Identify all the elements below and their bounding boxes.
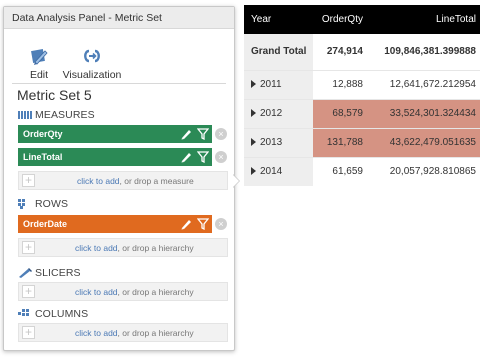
column-drop-zone[interactable]: + click to add, or drop a hierarchy bbox=[18, 323, 228, 342]
column-header-year[interactable]: Year bbox=[244, 5, 313, 34]
grand-total-row: Grand Total 274,914 109,846,381.399888 bbox=[244, 34, 480, 70]
add-icon[interactable]: + bbox=[22, 241, 35, 254]
orderqty-cell: 68,579 bbox=[313, 98, 366, 128]
slicers-section-label: SLICERS bbox=[35, 267, 81, 279]
columns-icon bbox=[18, 309, 29, 316]
visualization-icon bbox=[84, 49, 100, 63]
column-header-linetotal[interactable]: LineTotal bbox=[366, 5, 480, 34]
year-label: 2013 bbox=[260, 137, 283, 148]
table-row: 2011 12,888 12,641,672.212954 bbox=[244, 69, 480, 99]
add-icon[interactable]: + bbox=[22, 326, 35, 339]
year-label: 2011 bbox=[260, 79, 282, 90]
edit-button[interactable]: Edit bbox=[24, 31, 54, 81]
measure-drop-zone[interactable]: + click to add, or drop a measure bbox=[18, 171, 228, 190]
toolbar-divider bbox=[12, 83, 226, 84]
table-row: 2014 61,659 20,057,928.810865 bbox=[244, 156, 480, 186]
remove-icon[interactable]: × bbox=[215, 218, 227, 230]
drop-hint: , or drop a hierarchy bbox=[117, 287, 194, 297]
year-label: 2014 bbox=[260, 166, 283, 178]
grand-total-orderqty: 274,914 bbox=[313, 34, 366, 70]
expand-triangle-icon[interactable] bbox=[251, 167, 256, 176]
panel-toolbar: Edit Visualization bbox=[4, 31, 234, 81]
drop-hint: , or drop a hierarchy bbox=[117, 328, 194, 338]
row-field-label: OrderDate bbox=[23, 219, 68, 229]
data-analysis-panel: Data Analysis Panel - Metric Set Edit Vi… bbox=[3, 6, 235, 351]
click-to-add-link[interactable]: click to add bbox=[75, 243, 118, 253]
visualization-label: Visualization bbox=[62, 69, 122, 81]
orderqty-cell: 12,888 bbox=[313, 69, 366, 99]
pencil-icon[interactable] bbox=[180, 217, 192, 230]
linetotal-cell: 12,641,672.212954 bbox=[366, 69, 480, 99]
remove-icon[interactable]: × bbox=[215, 128, 227, 140]
expand-triangle-icon[interactable] bbox=[251, 80, 256, 88]
measures-section-label: MEASURES bbox=[35, 109, 95, 121]
row-header-year[interactable]: 2013 bbox=[244, 127, 313, 157]
filter-icon[interactable] bbox=[197, 127, 209, 140]
expand-triangle-icon[interactable] bbox=[251, 109, 256, 117]
linetotal-cell: 33,524,301.324434 bbox=[366, 98, 480, 128]
filter-icon[interactable] bbox=[197, 217, 209, 230]
rows-section-label: ROWS bbox=[35, 198, 69, 210]
row-drop-zone[interactable]: + click to add, or drop a hierarchy bbox=[18, 238, 228, 257]
pencil-icon[interactable] bbox=[180, 150, 192, 163]
click-to-add-link[interactable]: click to add bbox=[75, 328, 118, 338]
measure-field-label: OrderQty bbox=[23, 129, 63, 139]
row-header-year[interactable]: 2011 bbox=[244, 69, 313, 99]
columns-section-label: COLUMNS bbox=[35, 308, 89, 320]
metric-set-title[interactable]: Metric Set 5 bbox=[17, 87, 92, 103]
panel-title: Data Analysis Panel - Metric Set bbox=[4, 7, 234, 29]
drop-hint: , or drop a measure bbox=[119, 176, 194, 186]
pencil-ruler-icon bbox=[31, 49, 48, 65]
panel-pointer bbox=[232, 174, 239, 188]
add-icon[interactable]: + bbox=[22, 174, 35, 187]
edit-label: Edit bbox=[29, 69, 49, 81]
row-field-orderdate[interactable]: OrderDate bbox=[18, 215, 212, 233]
rows-section-header: ROWS bbox=[18, 198, 68, 210]
grand-total-label: Grand Total bbox=[244, 34, 313, 70]
measure-field-linetotal[interactable]: LineTotal bbox=[18, 148, 212, 166]
year-label: 2012 bbox=[260, 108, 283, 119]
drop-hint: , or drop a hierarchy bbox=[117, 243, 194, 253]
slicer-drop-zone[interactable]: + click to add, or drop a hierarchy bbox=[18, 282, 228, 301]
click-to-add-link[interactable]: click to add bbox=[77, 176, 120, 186]
visualization-button[interactable]: Visualization bbox=[62, 31, 122, 81]
remove-icon[interactable]: × bbox=[215, 151, 227, 163]
filter-icon[interactable] bbox=[197, 150, 209, 163]
measure-field-label: LineTotal bbox=[23, 152, 63, 162]
linetotal-cell: 20,057,928.810865 bbox=[366, 156, 480, 186]
grid-header-row: Year OrderQty LineTotal bbox=[244, 5, 480, 34]
pencil-icon[interactable] bbox=[180, 127, 192, 140]
row-header-year[interactable]: 2012 bbox=[244, 98, 313, 128]
rows-icon bbox=[18, 199, 25, 209]
row-header-year[interactable]: 2014 bbox=[244, 156, 313, 186]
add-icon[interactable]: + bbox=[22, 285, 35, 298]
grand-total-linetotal: 109,846,381.399888 bbox=[366, 34, 480, 70]
slicers-icon bbox=[19, 268, 32, 278]
table-row: 2013 131,788 43,622,479.051635 bbox=[244, 127, 480, 157]
orderqty-cell: 61,659 bbox=[313, 156, 366, 186]
slicers-section-header: SLICERS bbox=[18, 267, 81, 279]
measures-icon bbox=[18, 111, 32, 119]
click-to-add-link[interactable]: click to add bbox=[75, 287, 118, 297]
measures-section-header: MEASURES bbox=[18, 109, 95, 121]
expand-triangle-icon[interactable] bbox=[251, 138, 256, 146]
measure-field-orderqty[interactable]: OrderQty bbox=[18, 125, 212, 143]
linetotal-cell: 43,622,479.051635 bbox=[366, 127, 480, 157]
column-header-orderqty[interactable]: OrderQty bbox=[313, 5, 366, 34]
table-row: 2012 68,579 33,524,301.324434 bbox=[244, 98, 480, 128]
pivot-grid: Year OrderQty LineTotal Grand Total 274,… bbox=[244, 5, 480, 186]
orderqty-cell: 131,788 bbox=[313, 127, 366, 157]
columns-section-header: COLUMNS bbox=[18, 308, 88, 320]
